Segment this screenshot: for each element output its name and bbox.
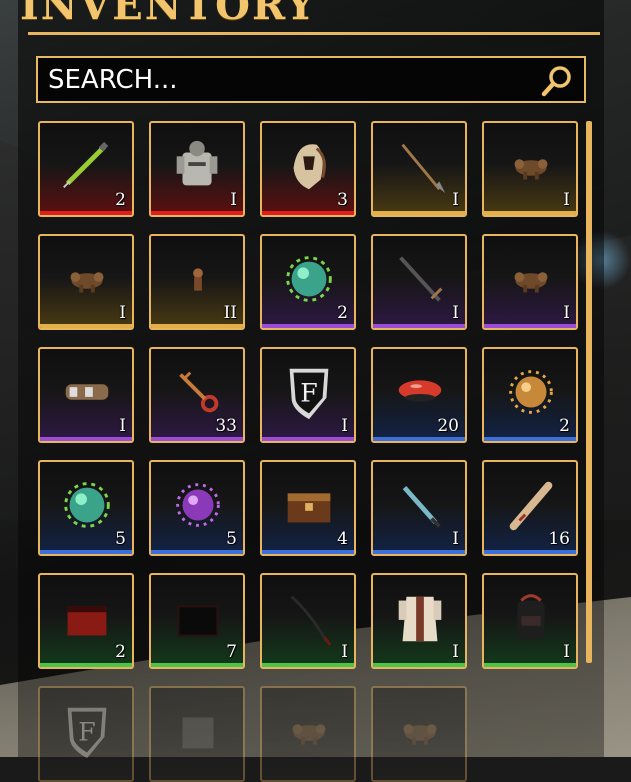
item-quantity: 5 xyxy=(226,529,237,549)
inventory-slot[interactable]: I xyxy=(371,573,467,669)
item-quantity: 2 xyxy=(559,416,570,436)
item-quantity: 2 xyxy=(115,642,126,662)
inventory-slot[interactable]: 4 xyxy=(260,460,356,556)
item-quantity: I xyxy=(452,529,459,549)
svg-text:F: F xyxy=(78,718,95,747)
inventory-slot[interactable]: I xyxy=(38,347,134,443)
inventory-slot[interactable]: 7 xyxy=(149,573,245,669)
scroll-icon xyxy=(509,481,553,531)
inventory-slot[interactable]: FI xyxy=(260,347,356,443)
svg-text:F: F xyxy=(300,379,317,408)
inventory-slot[interactable]: 2 xyxy=(260,234,356,330)
inventory-slot[interactable]: F xyxy=(38,686,134,782)
inventory-slot[interactable]: 5 xyxy=(38,460,134,556)
key-icon xyxy=(179,371,219,413)
inventory-slot[interactable]: I xyxy=(260,573,356,669)
backpack-icon xyxy=(517,594,545,640)
inventory-slot[interactable]: 5 xyxy=(149,460,245,556)
item-quantity: I xyxy=(230,190,237,210)
spear-icon xyxy=(401,143,446,194)
small-figure-icon xyxy=(193,268,203,291)
inventory-slot[interactable] xyxy=(260,686,356,782)
item-quantity: I xyxy=(563,303,570,323)
inventory-grid: 2 I 3 I I I II 2 I I I 33 F I 20 2 5 5 4 I 16 2 7 I I I F xyxy=(38,121,578,782)
search-input[interactable] xyxy=(48,64,528,96)
inventory-slot[interactable]: 2 xyxy=(38,573,134,669)
item-quantity: 3 xyxy=(337,190,348,210)
inventory-slot[interactable] xyxy=(371,686,467,782)
item-quantity: 5 xyxy=(115,529,126,549)
inventory-title: INVENTORY xyxy=(20,0,317,29)
purple-orb-icon xyxy=(176,483,220,527)
search-icon[interactable] xyxy=(540,64,574,98)
inventory-slot[interactable]: I xyxy=(482,573,578,669)
inventory-slot[interactable]: 3 xyxy=(260,121,356,217)
green-orb-icon xyxy=(286,256,332,302)
item-quantity: 2 xyxy=(337,303,348,323)
item-quantity: I xyxy=(119,303,126,323)
item-quantity: 2 xyxy=(115,190,126,210)
inventory-slot[interactable]: I xyxy=(38,234,134,330)
inventory-slot[interactable]: I xyxy=(149,121,245,217)
inventory-slot[interactable]: 16 xyxy=(482,460,578,556)
inventory-slot[interactable]: II xyxy=(149,234,245,330)
mushroom-icon xyxy=(398,380,442,402)
creature-figure-icon xyxy=(403,724,437,745)
scroll-case-icon xyxy=(65,384,109,400)
helmet-icon xyxy=(293,144,326,190)
item-quantity: I xyxy=(452,190,459,210)
item-quantity: 4 xyxy=(337,529,348,549)
item-quantity: 16 xyxy=(548,529,570,549)
inventory-scrollbar[interactable] xyxy=(586,121,592,663)
inventory-slot[interactable]: I xyxy=(371,460,467,556)
chest-icon xyxy=(287,493,331,523)
title-divider xyxy=(28,32,600,35)
inventory-slot[interactable]: I xyxy=(482,234,578,330)
inventory-slot[interactable]: 2 xyxy=(38,121,134,217)
creature-figure-icon xyxy=(292,724,326,745)
creature-figure-icon xyxy=(70,272,104,293)
shield-emblem-icon: F xyxy=(67,707,107,759)
inventory-slot[interactable]: I xyxy=(371,121,467,217)
katana-icon xyxy=(290,595,332,646)
inventory-slot[interactable] xyxy=(149,686,245,782)
item-quantity: I xyxy=(563,190,570,210)
red-chest-icon xyxy=(67,606,107,636)
creature-figure-icon xyxy=(514,272,548,293)
armor-icon xyxy=(176,140,218,186)
inventory-slot[interactable]: 2 xyxy=(482,347,578,443)
item-quantity: II xyxy=(223,303,237,323)
dark-chest-icon xyxy=(177,605,219,637)
search-bar xyxy=(36,56,586,103)
item-quantity: I xyxy=(563,642,570,662)
inventory-slot[interactable]: 20 xyxy=(371,347,467,443)
item-quantity: 33 xyxy=(215,416,237,436)
item-quantity: I xyxy=(452,642,459,662)
item-quantity: I xyxy=(119,416,126,436)
creature-figure-icon xyxy=(514,159,548,180)
item-quantity: I xyxy=(341,416,348,436)
orange-orb-icon xyxy=(509,370,553,414)
item-quantity: 20 xyxy=(437,416,459,436)
inventory-slot[interactable]: 33 xyxy=(149,347,245,443)
syringe-icon xyxy=(63,141,109,188)
robe-icon xyxy=(398,596,442,642)
item-quantity: 7 xyxy=(226,642,237,662)
unknown-icon xyxy=(182,717,214,749)
inventory-slot[interactable]: I xyxy=(371,234,467,330)
shield-emblem-icon: F xyxy=(289,368,329,420)
item-quantity: I xyxy=(341,642,348,662)
sword-icon xyxy=(399,256,443,302)
green-orb-icon xyxy=(64,482,110,528)
dagger-icon xyxy=(402,485,441,528)
item-quantity: I xyxy=(452,303,459,323)
inventory-slot[interactable]: I xyxy=(482,121,578,217)
